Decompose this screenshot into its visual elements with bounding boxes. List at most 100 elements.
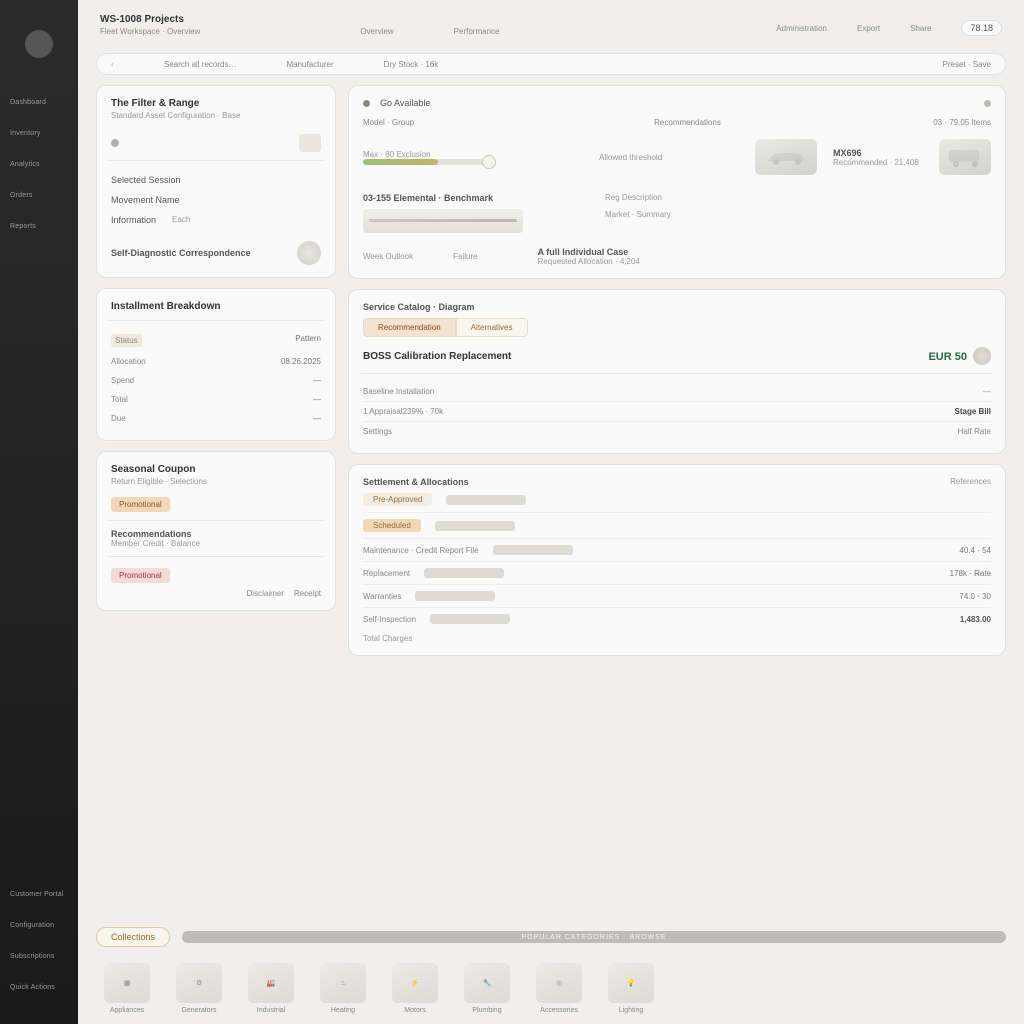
row2-b: Market · Summary [605, 210, 671, 219]
svc-rowc: Settings [363, 427, 392, 436]
ft-bsub: Requested Allocation · 4,204 [538, 257, 640, 266]
cat-label: Lighting [619, 1007, 644, 1014]
cat-label: Heating [331, 1007, 355, 1014]
cardB-col1: Model · Group [363, 118, 414, 127]
nav-subs[interactable]: Subscriptions [6, 950, 72, 963]
card-availability: Go Available Model · Group Recommendatio… [348, 85, 1006, 279]
page-title: WS-1008 Projects [100, 14, 200, 25]
rowF2: Maintenance · Credit Report File [363, 546, 479, 555]
rowF4: Warranties [363, 592, 401, 601]
cat-industrial[interactable]: 🏭Industrial [248, 963, 294, 1014]
cardD-h2: Recommendations [111, 529, 321, 539]
nav-inventory[interactable]: Inventory [6, 127, 72, 140]
search-input[interactable]: Search all records… [164, 60, 236, 69]
cardB-col2: Recommendations [654, 118, 721, 127]
nav-orders[interactable]: Orders [6, 189, 72, 202]
filter-manufacturer[interactable]: Manufacturer [286, 60, 333, 69]
slider1-note: Allowed threshold [599, 153, 739, 162]
tab-recommendation[interactable]: Recommendation [363, 318, 456, 337]
vehicle-thumb-icon[interactable] [755, 139, 817, 175]
cat-accessories[interactable]: ◎Accessories [536, 963, 582, 1014]
nav-config[interactable]: Configuration [6, 919, 72, 932]
cardD-chip[interactable]: Promotional [111, 497, 170, 512]
service-price: EUR 50 [928, 351, 967, 363]
progress-bar [435, 521, 515, 531]
veh1-sub: Recommended · 21,408 [833, 158, 923, 167]
preview-thumb-icon[interactable] [299, 134, 321, 152]
cat-lighting[interactable]: 💡Lighting [608, 963, 654, 1014]
hdr-export[interactable]: Export [857, 24, 880, 33]
filter-bar: ‹ Search all records… Manufacturer Dry S… [96, 53, 1006, 75]
slider1-label: Max · 80 Exclusion [363, 150, 583, 159]
cardC-v1: 08.26.2025 [281, 357, 321, 366]
tab-performance[interactable]: Performance [454, 27, 500, 36]
filter-stock[interactable]: Dry Stock · 16k [384, 60, 439, 69]
cardA-l1[interactable]: Selected Session [111, 175, 321, 185]
svc-rowb-v: 239% · 70k [403, 407, 443, 416]
cardC-v0: Pattern [295, 334, 321, 347]
row2-a: Reg Description [605, 193, 671, 202]
cardD-sub: Return Eligible · Selections [111, 477, 321, 486]
generator-icon: ⚙ [176, 963, 222, 1003]
nav-reports[interactable]: Reports [6, 220, 72, 233]
cardA-l3v: Each [172, 215, 190, 225]
more-dot-icon[interactable] [984, 100, 991, 107]
cat-generators[interactable]: ⚙Generators [176, 963, 222, 1014]
svc-rowa: Baseline Installation [363, 387, 434, 396]
tag-preapproved[interactable]: Pre-Approved [363, 493, 432, 506]
collections-pill[interactable]: Collections [96, 927, 170, 947]
hdr-admin[interactable]: Administration [776, 24, 827, 33]
tag-scheduled[interactable]: Scheduled [363, 519, 421, 532]
svc-rowb-r: Stage Bill [955, 407, 991, 416]
category-bar: Collections POPULAR CATEGORIES · BROWSE [96, 927, 1006, 947]
gauge-icon[interactable] [363, 209, 523, 233]
tab-alternatives[interactable]: Alternatives [456, 318, 528, 337]
cardD-footl: Disclaimer [247, 589, 284, 598]
cardC-k1: Allocation [111, 357, 146, 366]
cardC-v3: — [313, 395, 321, 404]
hdr-share[interactable]: Share [910, 24, 931, 33]
cardB-col3: 03 · 79.05 Items [933, 118, 991, 127]
chevron-left-icon[interactable]: ‹ [111, 59, 114, 69]
cardC-k2: Spend [111, 376, 134, 385]
filter-preset[interactable]: Preset · Save [943, 60, 991, 69]
rowF5: Self-Inspection [363, 615, 416, 624]
vehicle-thumb2-icon[interactable] [939, 139, 991, 175]
cardC-k4: Due [111, 414, 126, 423]
cat-appliances[interactable]: ▦Appliances [104, 963, 150, 1014]
cardD-h2s: Member Credit · Balance [111, 539, 321, 548]
cardA-l3[interactable]: Information [111, 215, 156, 225]
cardF-title: Settlement & Allocations [363, 477, 469, 487]
avatar[interactable] [25, 30, 53, 58]
card-installment: Installment Breakdown StatusPattern Allo… [96, 288, 336, 441]
cardA-sub: Standard Asset Configuration · Base [111, 111, 321, 120]
cat-label: Industrial [257, 1007, 285, 1014]
svc-rowa-r: — [983, 387, 991, 396]
card-coupon: Seasonal Coupon Return Eligible · Select… [96, 451, 336, 611]
category-banner[interactable]: POPULAR CATEGORIES · BROWSE [182, 931, 1006, 943]
cardA-l2[interactable]: Movement Name [111, 195, 321, 205]
nav-quick[interactable]: Quick Actions [6, 981, 72, 994]
cat-plumbing[interactable]: 🔧Plumbing [464, 963, 510, 1014]
motor-icon: ⚡ [392, 963, 438, 1003]
amt3: 178k · Rate [950, 569, 991, 578]
nav-dashboard[interactable]: Dashboard [6, 96, 72, 109]
nav-customer[interactable]: Customer Portal [6, 888, 72, 901]
progress-bar [493, 545, 573, 555]
cardC-k0: Status [111, 334, 142, 347]
nav-analytics[interactable]: Analytics [6, 158, 72, 171]
cardD-chip2[interactable]: Promotional [111, 568, 170, 583]
range-slider[interactable] [363, 159, 493, 165]
progress-bar [446, 495, 526, 505]
svc-rowc-r: Half Rate [958, 427, 991, 436]
cardF-hd-r[interactable]: References [950, 477, 991, 487]
cat-heating[interactable]: ♨Heating [320, 963, 366, 1014]
progress-bar [430, 614, 510, 624]
cardA-title: The Filter & Range [111, 98, 321, 109]
amt2: 40.4 · 54 [959, 546, 991, 555]
tab-overview[interactable]: Overview [360, 27, 393, 36]
header: WS-1008 Projects Fleet Workspace · Overv… [96, 14, 1006, 43]
accessory-icon: ◎ [536, 963, 582, 1003]
cat-motors[interactable]: ⚡Motors [392, 963, 438, 1014]
cardD-footr[interactable]: Receipt [294, 589, 321, 598]
